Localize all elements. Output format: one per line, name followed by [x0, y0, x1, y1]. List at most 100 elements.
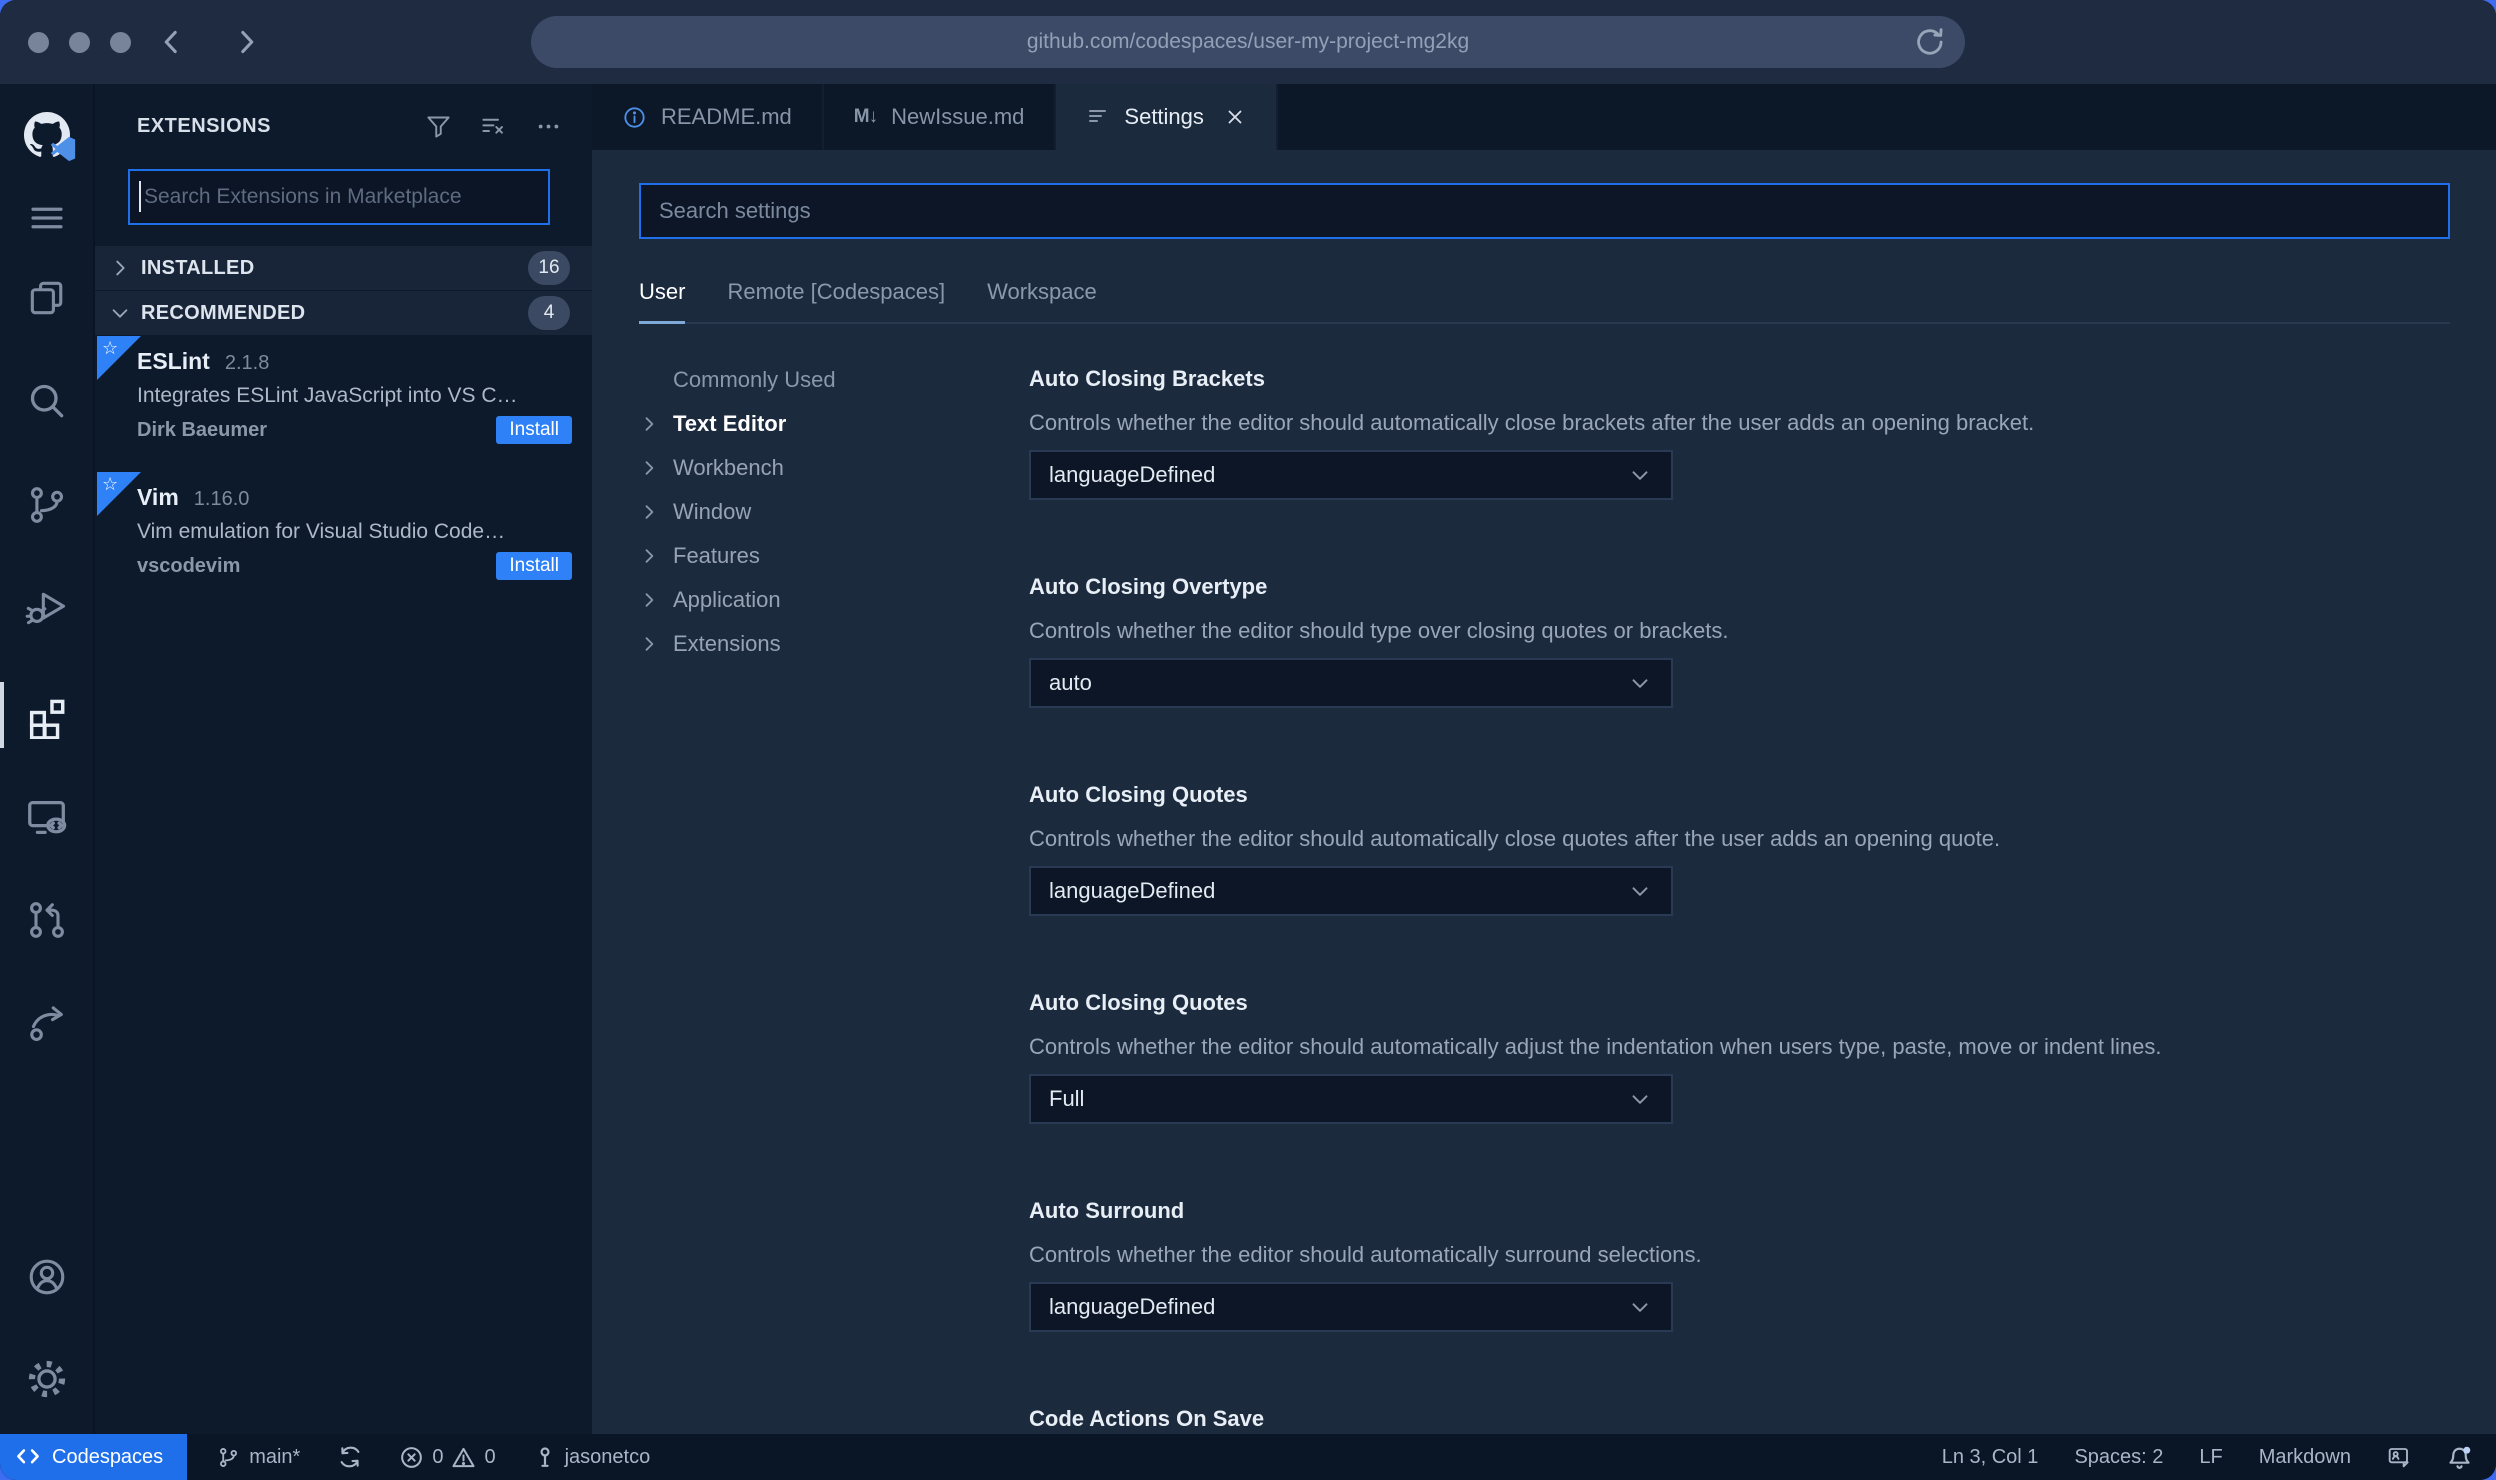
toc-window[interactable]: Window [639, 490, 969, 534]
filter-icon[interactable] [425, 113, 452, 140]
toc-text-editor[interactable]: Text Editor [639, 402, 969, 446]
notifications-status[interactable] [2447, 1445, 2472, 1470]
toc-workbench[interactable]: Workbench [639, 446, 969, 490]
section-recommended[interactable]: RECOMMENDED 4 [95, 291, 592, 336]
activity-account-button[interactable] [0, 1245, 93, 1309]
dropdown-value: Full [1049, 1086, 1085, 1111]
bell-icon [2449, 1446, 2471, 1469]
back-icon[interactable] [156, 26, 188, 58]
extension-item-vim[interactable]: ☆ Vim 1.16.0 Vim emulation for Visual St… [95, 472, 592, 608]
branch-status[interactable]: main* [217, 1446, 300, 1469]
pull-requests-icon [29, 902, 64, 938]
setting-row-auto-closing-quotes: Auto Closing Quotes Controls whether the… [1029, 780, 2450, 916]
scope-tab-remote[interactable]: Remote [Codespaces] [727, 279, 945, 322]
settings-search-input[interactable] [641, 198, 2448, 224]
extensions-search-input[interactable] [130, 185, 548, 209]
settings-gear-icon [28, 1360, 65, 1398]
chevron-right-icon [109, 257, 141, 279]
star-icon: ☆ [102, 338, 119, 358]
extension-author: vscodevim [137, 554, 241, 577]
extensions-search-box[interactable] [128, 169, 550, 225]
problems-status[interactable]: 0 0 [400, 1445, 496, 1469]
toc-commonly-used[interactable]: Commonly Used [639, 358, 969, 402]
activity-search-button[interactable] [0, 369, 93, 433]
section-installed[interactable]: INSTALLED 16 [95, 246, 592, 291]
explorer-icon [30, 281, 62, 315]
clear-filter-icon[interactable] [480, 113, 507, 140]
setting-title: Auto Closing Brackets [1029, 366, 1265, 391]
section-label: INSTALLED [141, 256, 255, 279]
tab-readme[interactable]: README.md [592, 84, 824, 150]
menu-icon [30, 207, 63, 229]
extension-name: ESLint [137, 348, 210, 374]
section-count-badge: 16 [528, 251, 570, 285]
git-branch-icon [220, 1447, 238, 1467]
codespaces-label: Codespaces [52, 1445, 164, 1468]
activity-source-control-button[interactable] [0, 473, 93, 537]
language-mode[interactable]: Markdown [2259, 1446, 2351, 1469]
feedback-status[interactable] [2387, 1445, 2411, 1469]
info-icon [624, 106, 645, 128]
setting-description: Controls whether the editor should autom… [1029, 410, 2035, 435]
activity-explorer-button[interactable] [0, 266, 93, 330]
setting-dropdown[interactable]: languageDefined [1029, 866, 1673, 916]
chevron-right-icon [639, 590, 673, 610]
address-bar[interactable]: github.com/codespaces/user-my-project-mg… [531, 16, 1965, 68]
extension-item-eslint[interactable]: ☆ ESLint 2.1.8 Integrates ESLint JavaScr… [95, 336, 592, 472]
extension-description: Integrates ESLint JavaScript into VS C… [137, 384, 518, 407]
activity-github-codespaces-button[interactable] [0, 103, 93, 167]
setting-dropdown[interactable]: languageDefined [1029, 450, 1673, 500]
toc-application[interactable]: Application [639, 578, 969, 622]
feedback-icon [2388, 1448, 2409, 1468]
cursor-position[interactable]: Ln 3, Col 1 [1942, 1446, 2039, 1469]
indentation[interactable]: Spaces: 2 [2074, 1446, 2163, 1469]
setting-dropdown[interactable]: languageDefined [1029, 1282, 1673, 1332]
extension-version: 2.1.8 [224, 352, 270, 374]
codespaces-remote-indicator[interactable]: Codespaces [0, 1434, 188, 1480]
settings-search-box[interactable] [639, 183, 2450, 239]
sidebar-title: EXTENSIONS [137, 114, 271, 137]
eol-sequence[interactable]: LF [2199, 1446, 2222, 1469]
warning-icon [452, 1447, 476, 1467]
window-close-button[interactable] [28, 32, 49, 53]
scope-tab-user[interactable]: User [639, 279, 686, 324]
reload-icon[interactable] [1915, 27, 1945, 57]
activity-menu-button[interactable] [0, 186, 93, 250]
install-button[interactable]: Install [496, 416, 572, 444]
forward-icon[interactable] [230, 26, 262, 58]
section-count-badge: 4 [528, 296, 570, 330]
scope-tab-workspace[interactable]: Workspace [987, 279, 1097, 322]
text-caret [139, 181, 141, 212]
window-zoom-button[interactable] [110, 32, 131, 53]
setting-dropdown[interactable]: Full [1029, 1074, 1673, 1124]
tab-newissue[interactable]: M↓ NewIssue.md [824, 84, 1057, 150]
activity-remote-explorer-button[interactable] [0, 785, 93, 849]
dropdown-value: languageDefined [1049, 462, 1216, 487]
dropdown-value: auto [1049, 670, 1092, 695]
activity-settings-button[interactable] [0, 1347, 93, 1411]
extensions-sidebar: EXTENSIONS Search Extensions in Marketpl… [93, 84, 592, 1434]
more-actions-icon[interactable] [535, 113, 562, 140]
tab-label: README.md [661, 104, 792, 129]
user-status[interactable]: jasonetco [534, 1446, 650, 1469]
setting-row-auto-surround: Auto Surround Controls whether the edito… [1029, 1196, 2450, 1332]
setting-row-auto-closing-overtype: Auto Closing Overtype Controls whether t… [1029, 572, 2450, 708]
tab-settings[interactable]: Settings [1056, 84, 1278, 150]
warning-count: 0 [484, 1445, 496, 1468]
activity-extensions-button[interactable] [0, 684, 93, 748]
activity-run-debug-button[interactable] [0, 576, 93, 640]
toc-features[interactable]: Features [639, 534, 969, 578]
close-tab-icon[interactable] [1224, 106, 1246, 128]
chevron-down-icon [1627, 462, 1653, 488]
toc-extensions[interactable]: Extensions [639, 622, 969, 666]
setting-dropdown[interactable]: auto [1029, 658, 1673, 708]
window-controls [28, 32, 131, 53]
window-minimize-button[interactable] [69, 32, 90, 53]
live-share-icon [29, 1006, 63, 1041]
install-button[interactable]: Install [496, 552, 572, 580]
activity-live-share-button[interactable] [0, 992, 93, 1056]
account-icon [29, 1259, 64, 1295]
chevron-down-icon [109, 302, 141, 324]
activity-pull-requests-button[interactable] [0, 888, 93, 952]
sync-status[interactable] [338, 1445, 362, 1469]
